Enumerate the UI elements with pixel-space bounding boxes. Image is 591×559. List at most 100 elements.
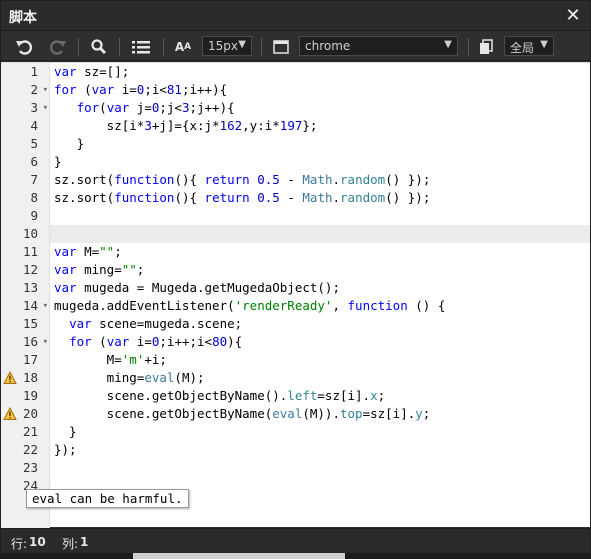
status-bar: 行: 10 列: 1: [1, 528, 590, 554]
code-editor[interactable]: 1 2 ▾ 3 ▾ 4 5 6 7 8 9 10 11 12 13 14 ▾ 15 16 ▾ 17 18 19 20 21 22 2…: [1, 62, 590, 528]
line-number: 2: [30, 82, 38, 97]
fold-toggle-icon[interactable]: ▾: [43, 81, 48, 99]
gutter-line: 16 ▾: [1, 333, 50, 351]
fold-toggle-icon[interactable]: ▾: [43, 99, 48, 117]
code-line[interactable]: [50, 207, 590, 225]
row-label: 行:: [11, 537, 28, 551]
code-line[interactable]: sz[i*3+j]={x:j*162,y:i*197};: [50, 117, 590, 135]
list-icon: [132, 41, 150, 54]
theme-select[interactable]: chrome ▼: [299, 36, 458, 56]
close-icon[interactable]: ✕: [564, 7, 582, 25]
toolbar-separator: [468, 38, 469, 56]
code-line[interactable]: });: [50, 441, 590, 459]
lint-tooltip: eval can be harmful.: [26, 489, 189, 508]
col-value: 1: [80, 535, 89, 549]
line-number: 16: [22, 334, 38, 349]
chevron-down-icon: ▼: [238, 39, 246, 50]
horizontal-scrollbar[interactable]: [133, 553, 345, 559]
line-number: 3: [30, 100, 38, 115]
chevron-down-icon: ▼: [540, 39, 548, 50]
line-number: 7: [30, 172, 38, 187]
code-line[interactable]: }: [50, 153, 590, 171]
undo-button[interactable]: [13, 37, 35, 57]
toolbar: AA 15px ▼ chrome ▼ 全局 ▼: [1, 32, 590, 61]
line-number-gutter: 1 2 ▾ 3 ▾ 4 5 6 7 8 9 10 11 12 13 14 ▾ 15 16 ▾ 17 18 19 20 21 22 2…: [1, 63, 50, 528]
search-button[interactable]: [88, 37, 110, 57]
code-line[interactable]: for (var i=0;i++;i<80){: [50, 333, 590, 351]
fold-toggle-icon[interactable]: ▾: [43, 333, 48, 351]
line-number: 17: [22, 352, 38, 367]
search-icon: [91, 39, 107, 55]
gutter-line: 1: [1, 63, 50, 81]
toolbar-separator: [78, 38, 79, 56]
line-number: 19: [22, 388, 38, 403]
line-number: 6: [30, 154, 38, 169]
code-line[interactable]: sz.sort(function(){ return 0.5 - Math.ra…: [50, 171, 590, 189]
code-line[interactable]: scene.getObjectByName(eval(M)).top=sz[i]…: [50, 405, 590, 423]
warning-icon[interactable]: [3, 371, 17, 385]
code-line[interactable]: }: [50, 135, 590, 153]
gutter-line: 7: [1, 171, 50, 189]
code-line[interactable]: for (var i=0;i<81;i++){: [50, 81, 590, 99]
redo-button[interactable]: [47, 37, 69, 57]
line-number: 10: [22, 226, 38, 241]
code-line[interactable]: var mugeda = Mugeda.getMugedaObject();: [50, 279, 590, 297]
code-line[interactable]: var ming="";: [50, 261, 590, 279]
theme-value: chrome: [305, 39, 351, 53]
outline-button[interactable]: [129, 37, 153, 57]
toolbar-separator: [261, 38, 262, 56]
line-number: 22: [22, 442, 38, 457]
col-label: 列:: [62, 537, 79, 551]
line-number: 9: [30, 208, 38, 223]
code-line[interactable]: [50, 459, 590, 477]
line-number: 15: [22, 316, 38, 331]
redo-icon: [50, 40, 66, 55]
gutter-line: 4: [1, 117, 50, 135]
fold-toggle-icon[interactable]: ▾: [43, 297, 48, 315]
gutter-line: 20: [1, 405, 50, 423]
line-number: 18: [22, 370, 38, 385]
gutter-line: 23: [1, 459, 50, 477]
gutter-line: 10: [1, 225, 50, 243]
line-number: 13: [22, 280, 38, 295]
font-size-icon: AA: [174, 40, 192, 54]
title-bar: 脚本 ✕: [1, 1, 590, 31]
code-line[interactable]: M='m'+i;: [50, 351, 590, 369]
gutter-line: 14 ▾: [1, 297, 50, 315]
line-number: 12: [22, 262, 38, 277]
toolbar-separator: [163, 38, 164, 56]
warning-icon[interactable]: [3, 407, 17, 421]
code-line[interactable]: sz.sort(function(){ return 0.5 - Math.ra…: [50, 189, 590, 207]
font-size-select[interactable]: 15px ▼: [202, 36, 252, 56]
code-line[interactable]: }: [50, 423, 590, 441]
line-number: 20: [22, 406, 38, 421]
gutter-line: 3 ▾: [1, 99, 50, 117]
line-number: 14: [22, 298, 38, 313]
line-number: 23: [22, 460, 38, 475]
gutter-line: 9: [1, 207, 50, 225]
gutter-line: 2 ▾: [1, 81, 50, 99]
code-line[interactable]: var M="";: [50, 243, 590, 261]
line-number: 1: [30, 64, 38, 79]
scope-select[interactable]: 全局 ▼: [504, 36, 554, 56]
gutter-line: 11: [1, 243, 50, 261]
code-line[interactable]: var scene=mugeda.scene;: [50, 315, 590, 333]
window-title: 脚本: [9, 10, 37, 26]
code-line[interactable]: for(var j=0;j<3;j++){: [50, 99, 590, 117]
copy-icon[interactable]: [477, 37, 495, 57]
code-line[interactable]: var sz=[];: [50, 63, 590, 81]
gutter-line: 21: [1, 423, 50, 441]
toolbar-separator: [119, 38, 120, 56]
code-line[interactable]: mugeda.addEventListener('renderReady', f…: [50, 297, 590, 315]
line-number: 8: [30, 190, 38, 205]
line-number: 5: [30, 136, 38, 151]
gutter-line: 17: [1, 351, 50, 369]
gutter-line: 18: [1, 369, 50, 387]
code-line[interactable]: [50, 225, 590, 243]
row-value: 10: [29, 535, 46, 549]
gutter-line: 12: [1, 261, 50, 279]
code-line[interactable]: scene.getObjectByName().left=sz[i].x;: [50, 387, 590, 405]
gutter-line: 5: [1, 135, 50, 153]
code-line[interactable]: ming=eval(M);: [50, 369, 590, 387]
code-area[interactable]: var sz=[]; for (var i=0;i<81;i++){ for(va…: [50, 63, 590, 527]
